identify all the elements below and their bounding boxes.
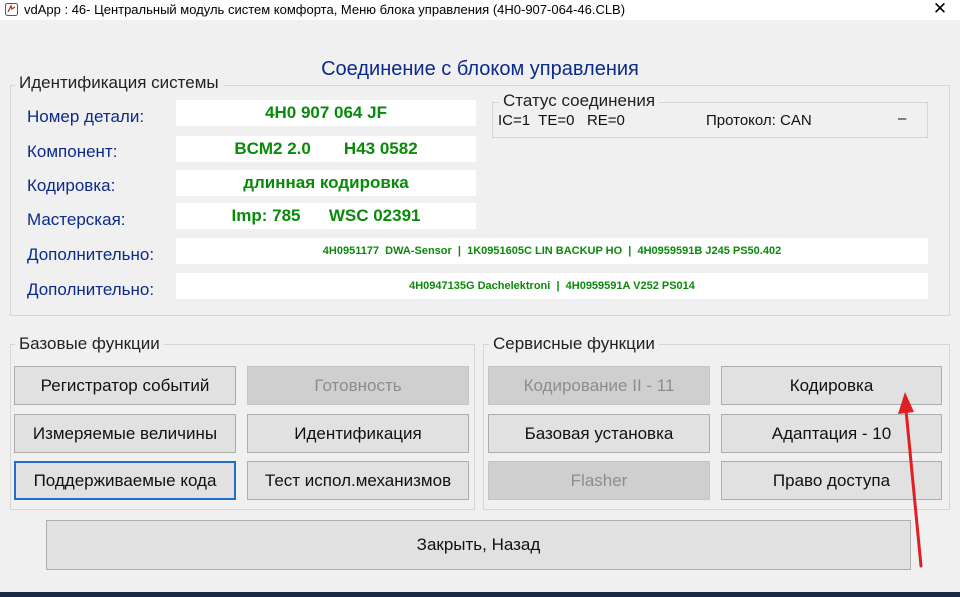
workshop-field: Imp: 785 WSC 02391 — [176, 203, 476, 229]
part-number-label: Номер детали: — [27, 107, 145, 126]
measured-values-button[interactable]: Измеряемые величины — [14, 414, 236, 453]
identification-group-title: Идентификация системы — [15, 73, 223, 93]
additional-field-1: 4H0951177 DWA-Sensor | 1K0951605C LIN BA… — [176, 238, 928, 264]
additional-label-1: Дополнительно: — [27, 245, 155, 264]
adaptation-button[interactable]: Адаптация - 10 — [721, 414, 942, 453]
supported-codes-button[interactable]: Поддерживаемые кода — [14, 461, 236, 500]
actuator-test-button[interactable]: Тест испол.механизмов — [247, 461, 469, 500]
service-functions-title: Сервисные функции — [489, 334, 659, 354]
readiness-button[interactable]: Готовность — [247, 366, 469, 405]
connection-status-title: Статус соединения — [499, 91, 660, 111]
additional-field-2: 4H0947135G Dachelektroni | 4H0959591A V2… — [176, 273, 928, 299]
component-field: BCM2 2.0 H43 0582 — [176, 136, 476, 162]
flasher-button[interactable]: Flasher — [488, 461, 710, 500]
coding-ii-button[interactable]: Кодирование II - 11 — [488, 366, 710, 405]
app-icon — [5, 3, 18, 16]
event-recorder-button[interactable]: Регистратор событий — [14, 366, 236, 405]
protocol-label: Протокол: CAN — [706, 112, 812, 129]
part-number-field: 4H0 907 064 JF — [176, 100, 476, 126]
close-window-icon[interactable]: ✕ — [920, 0, 960, 20]
component-label: Компонент: — [27, 142, 118, 161]
additional-label-2: Дополнительно: — [27, 280, 155, 299]
workshop-label: Мастерская: — [27, 210, 126, 229]
title-bar: vdApp : 46- Центральный модуль систем ко… — [0, 0, 960, 20]
basic-settings-button[interactable]: Базовая установка — [488, 414, 710, 453]
taskbar — [0, 592, 960, 597]
coding-label: Кодировка: — [27, 176, 116, 195]
coding-field: длинная кодировка — [176, 170, 476, 196]
close-back-button[interactable]: Закрыть, Назад — [46, 520, 911, 570]
access-rights-button[interactable]: Право доступа — [721, 461, 942, 500]
window-title: vdApp : 46- Центральный модуль систем ко… — [24, 2, 626, 17]
identification-button[interactable]: Идентификация — [247, 414, 469, 453]
basic-functions-title: Базовые функции — [15, 334, 164, 354]
coding-button[interactable]: Кодировка — [721, 366, 942, 405]
connection-counters: IC=1 TE=0 RE=0 — [498, 112, 625, 129]
status-dash: – — [898, 110, 907, 127]
